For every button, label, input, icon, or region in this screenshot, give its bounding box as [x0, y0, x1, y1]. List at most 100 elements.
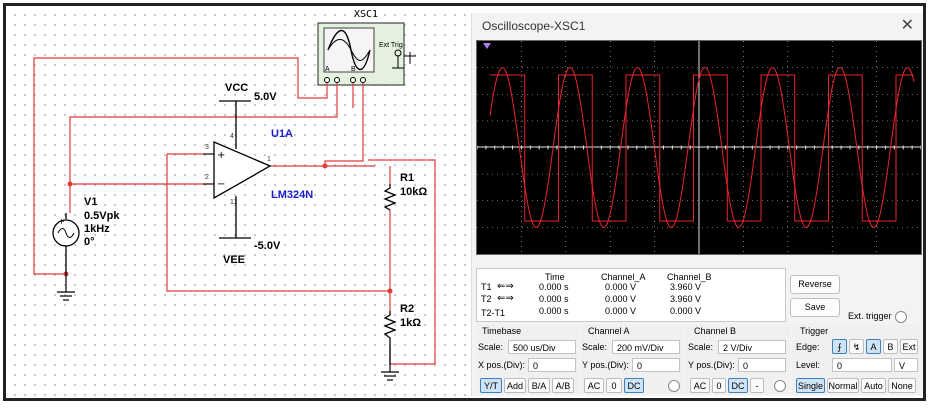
- vcc-value: 5.0V: [254, 91, 277, 103]
- opamp-model-label: LM324N: [271, 189, 314, 201]
- oscilloscope-instrument-icon[interactable]: [317, 22, 416, 86]
- channel-a-heading: Channel A: [588, 326, 630, 336]
- vee-value: -5.0V: [254, 240, 281, 252]
- readout-cell: 3.960 V: [670, 294, 702, 304]
- pin-1-label: 1: [267, 156, 271, 163]
- ab-mode-button[interactable]: A/B: [552, 378, 574, 393]
- v1-name: V1: [84, 196, 98, 208]
- window-title-bar[interactable]: Oscilloscope-XSC1 ✕: [472, 13, 923, 39]
- trigger-edge-label: Edge:: [796, 342, 820, 352]
- svg-text:−: −: [217, 179, 225, 190]
- readout-row-label: T2-T1: [481, 308, 506, 318]
- scope-ref-label: XSC1: [354, 9, 379, 20]
- timebase-panel: Timebase Scale: 500 us/Div X pos.(Div): …: [476, 324, 578, 394]
- ground-symbol-r2: [381, 364, 399, 381]
- resistor-r1-symbol[interactable]: [383, 184, 397, 211]
- trigger-normal-button[interactable]: Normal: [827, 378, 859, 393]
- voltage-source-symbol[interactable]: + −: [52, 213, 80, 274]
- channel-a-dc-button[interactable]: DC: [624, 378, 644, 393]
- v1-amplitude: 0.5Vpk: [84, 210, 120, 222]
- schematic-canvas[interactable]: + − + − XSC1 Ext Trig A B VCC 5.0V VEE -…: [6, 6, 471, 398]
- yt-mode-button[interactable]: Y/T: [480, 378, 502, 393]
- falling-edge-icon[interactable]: ↯: [849, 339, 864, 354]
- channel-a-ac-button[interactable]: AC: [584, 378, 604, 393]
- scope-traces: [477, 41, 921, 254]
- scope-ch-a-label: A: [325, 66, 330, 73]
- trigger-source-b-button[interactable]: B: [883, 339, 898, 354]
- screenshot-frame: + − + − XSC1 Ext Trig A B VCC 5.0V VEE -…: [3, 3, 926, 401]
- pin-3-label: 3: [205, 144, 209, 151]
- channel-a-panel: Channel A Scale: 200 mV/Div Y pos.(Div):…: [580, 324, 684, 394]
- trigger-heading: Trigger: [800, 326, 829, 336]
- reverse-button[interactable]: Reverse: [790, 275, 840, 294]
- timebase-scale-field[interactable]: 500 us/Div: [508, 340, 576, 354]
- schematic-wires: + − + −: [33, 22, 436, 381]
- readout-header-time: Time: [545, 272, 565, 282]
- oscilloscope-window: Oscilloscope-XSC1 ✕ Time Channel_A Chann…: [471, 13, 923, 396]
- trigger-level-label: Level:: [796, 360, 821, 370]
- t2-cursor-arrows-icon[interactable]: ⇐⇒: [497, 293, 514, 304]
- timebase-scale-label: Scale:: [478, 342, 504, 352]
- svg-text:−: −: [59, 241, 66, 250]
- channel-b-minus-button[interactable]: -: [750, 378, 764, 393]
- scope-display[interactable]: [476, 40, 922, 255]
- readout-cell: 0.000 V: [605, 282, 637, 292]
- readout-cell: 0.000 V: [605, 306, 637, 316]
- ext-trigger-radio[interactable]: [895, 311, 907, 323]
- pin-11-label: 11: [230, 199, 238, 206]
- readout-cell: 3.960 V: [670, 282, 702, 292]
- channel-b-scale-field[interactable]: 2 V/Div: [718, 340, 786, 354]
- channel-b-radio[interactable]: [774, 380, 786, 392]
- trigger-auto-button[interactable]: Auto: [861, 378, 886, 393]
- timebase-xpos-label: X pos.(Div):: [478, 360, 526, 370]
- ext-trigger-label: Ext. trigger: [848, 311, 892, 321]
- t1-cursor-arrows-icon[interactable]: ⇐⇒: [497, 281, 514, 292]
- opamp-ref-label: U1A: [271, 128, 294, 140]
- readout-row-label: T1: [481, 282, 492, 292]
- resistor-r2-symbol[interactable]: [383, 311, 397, 364]
- channel-b-ypos-field[interactable]: 0: [738, 358, 786, 372]
- channel-b-ac-button[interactable]: AC: [690, 378, 710, 393]
- readout-cell: 0.000 s: [539, 294, 569, 304]
- save-button[interactable]: Save: [790, 298, 840, 317]
- channel-a-scale-field[interactable]: 200 mV/Div: [612, 340, 680, 354]
- trigger-level-unit[interactable]: V: [894, 358, 918, 372]
- readout-header-channel-b: Channel_B: [667, 272, 712, 282]
- readout-cell: 0.000 s: [539, 282, 569, 292]
- v1-frequency: 1kHz: [84, 223, 110, 235]
- channel-b-dc-button[interactable]: DC: [728, 378, 748, 393]
- readout-row-label: T2: [481, 294, 492, 304]
- vcc-label: VCC: [225, 82, 249, 94]
- close-icon[interactable]: ✕: [901, 15, 914, 35]
- r2-value: 1kΩ: [400, 317, 422, 329]
- trigger-single-button[interactable]: Single: [796, 378, 825, 393]
- opamp-symbol[interactable]: + −: [203, 141, 272, 200]
- cursor-readout-table: Time Channel_A Channel_B T1 ⇐⇒ 0.000 s 0…: [476, 268, 786, 322]
- channel-b-zero-button[interactable]: 0: [712, 378, 726, 393]
- readout-cell: 0.000 V: [670, 306, 702, 316]
- v1-phase: 0°: [84, 236, 95, 248]
- channel-b-panel: Channel B Scale: 2 V/Div Y pos.(Div): 0 …: [686, 324, 790, 394]
- readout-header-channel-a: Channel_A: [601, 272, 646, 282]
- timebase-heading: Timebase: [482, 326, 522, 336]
- trigger-panel: Trigger Edge: ⨍ ↯ A B Ext Level: 0 V Sin…: [792, 324, 920, 394]
- trigger-level-field[interactable]: 0: [832, 358, 892, 372]
- channel-b-heading: Channel B: [694, 326, 737, 336]
- rising-edge-icon[interactable]: ⨍: [832, 339, 847, 354]
- channel-b-scale-label: Scale:: [688, 342, 714, 352]
- trigger-source-ext-button[interactable]: Ext: [900, 339, 918, 354]
- svg-text:+: +: [217, 150, 225, 161]
- pin-4-label: 4: [230, 133, 234, 140]
- readout-cell: 0.000 V: [605, 294, 637, 304]
- trigger-none-button[interactable]: None: [888, 378, 916, 393]
- trigger-source-a-button[interactable]: A: [866, 339, 881, 354]
- channel-a-zero-button[interactable]: 0: [606, 378, 622, 393]
- ba-mode-button[interactable]: B/A: [528, 378, 550, 393]
- channel-a-radio[interactable]: [668, 380, 680, 392]
- timebase-xpos-field[interactable]: 0: [528, 358, 576, 372]
- pin-2-label: 2: [205, 174, 209, 181]
- channel-a-ypos-field[interactable]: 0: [632, 358, 680, 372]
- add-mode-button[interactable]: Add: [504, 378, 526, 393]
- channel-a-scale-label: Scale:: [582, 342, 608, 352]
- svg-text:+: +: [58, 217, 65, 226]
